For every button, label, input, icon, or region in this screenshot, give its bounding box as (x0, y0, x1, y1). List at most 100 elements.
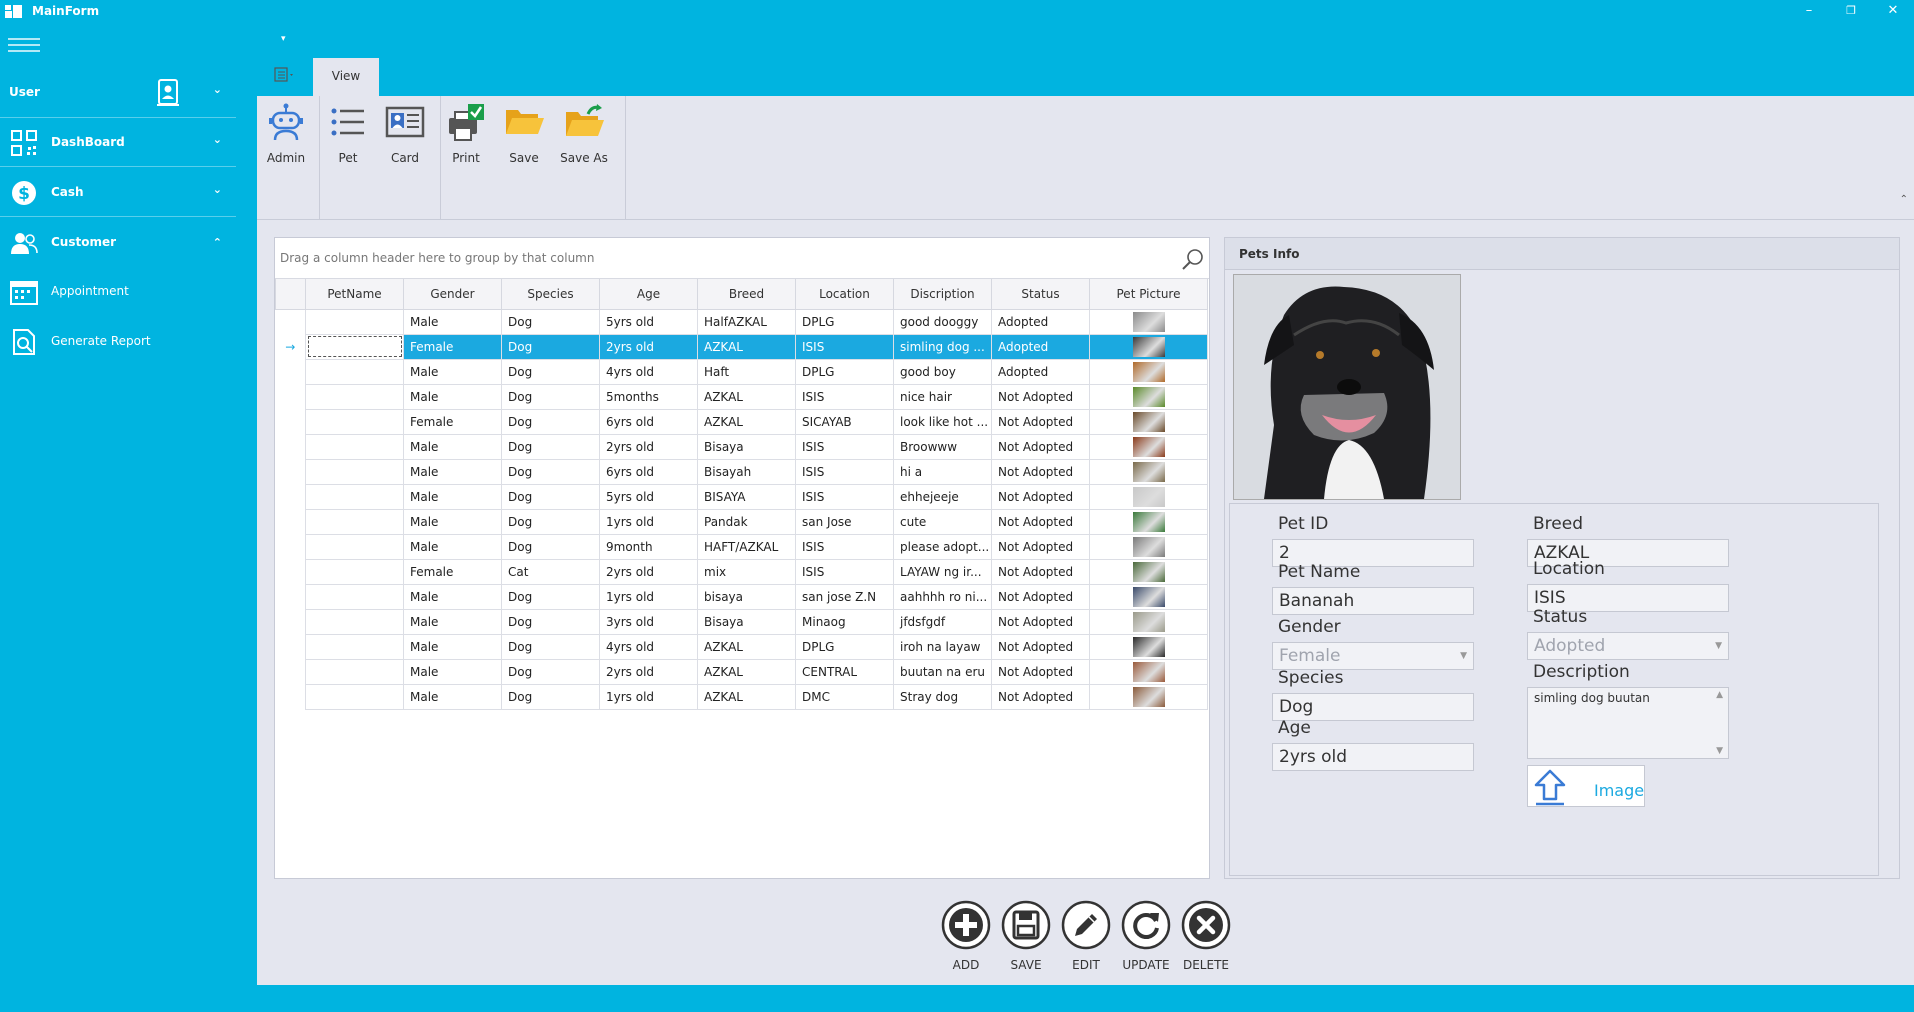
delete-button[interactable]: DELETE (1178, 899, 1234, 972)
table-cell[interactable]: 1yrs old (599, 583, 698, 610)
table-row[interactable]: → Female Dog 2yrs old AZKAL ISIS simling dog .… (275, 333, 1208, 360)
column-header[interactable]: Species (501, 279, 600, 310)
sidebar-item-customer[interactable]: Customer ⌃ (0, 218, 236, 266)
pet-picture-cell[interactable] (1089, 608, 1208, 635)
table-cell[interactable]: DMC (795, 683, 894, 710)
column-header[interactable]: Location (795, 279, 894, 310)
age-field[interactable]: 2yrs old (1272, 743, 1474, 771)
table-cell[interactable]: ISIS (795, 333, 894, 360)
table-cell[interactable]: look like hot ... (893, 408, 992, 435)
admin-button[interactable]: Admin (263, 102, 309, 184)
column-header[interactable]: Discription (893, 279, 992, 310)
table-cell[interactable]: Male (403, 633, 502, 660)
table-row[interactable]: Male Dog 5yrs old BISAYA ISIS ehhejeeje Not Ad… (275, 483, 1208, 510)
table-cell[interactable] (305, 308, 404, 335)
ribbon-collapse-icon[interactable]: ⌃ (1900, 194, 1908, 205)
table-cell[interactable]: Adopted (991, 358, 1090, 385)
table-cell[interactable]: HAFT/AZKAL (697, 533, 796, 560)
column-header[interactable]: Gender (403, 279, 502, 310)
table-cell[interactable]: Adopted (991, 308, 1090, 335)
table-cell[interactable]: Dog (501, 458, 600, 485)
column-header[interactable]: Age (599, 279, 698, 310)
table-cell[interactable]: HalfAZKAL (697, 308, 796, 335)
table-cell[interactable]: iroh na layaw (893, 633, 992, 660)
table-cell[interactable]: Haft (697, 358, 796, 385)
table-cell[interactable]: 5yrs old (599, 483, 698, 510)
group-panel[interactable]: Drag a column header here to group by th… (275, 238, 1209, 279)
table-cell[interactable]: 4yrs old (599, 633, 698, 660)
table-cell[interactable]: Not Adopted (991, 508, 1090, 535)
column-header[interactable]: Pet Picture (1089, 279, 1208, 310)
print-button[interactable]: Print (443, 102, 489, 184)
table-cell[interactable] (305, 633, 404, 660)
table-cell[interactable] (305, 458, 404, 485)
table-cell[interactable]: buutan na eru (893, 658, 992, 685)
table-cell[interactable]: ISIS (795, 533, 894, 560)
upload-image-button[interactable]: Image (1527, 765, 1645, 807)
table-cell[interactable]: 1yrs old (599, 683, 698, 710)
table-row[interactable]: Male Dog 1yrs old Pandak san Jose cute Not Ado… (275, 508, 1208, 535)
table-cell[interactable]: san Jose (795, 508, 894, 535)
table-cell[interactable]: AZKAL (697, 683, 796, 710)
table-cell[interactable]: 1yrs old (599, 508, 698, 535)
table-cell[interactable]: Male (403, 458, 502, 485)
pet-picture-cell[interactable] (1089, 558, 1208, 585)
species-field[interactable]: Dog (1272, 693, 1474, 721)
pets-grid[interactable]: Drag a column header here to group by th… (274, 237, 1210, 879)
table-cell[interactable]: Dog (501, 483, 600, 510)
table-cell[interactable]: Not Adopted (991, 458, 1090, 485)
table-cell[interactable]: 2yrs old (599, 658, 698, 685)
table-cell[interactable]: Dog (501, 358, 600, 385)
table-cell[interactable]: Male (403, 583, 502, 610)
table-cell[interactable]: ISIS (795, 483, 894, 510)
table-cell[interactable]: 9month (599, 533, 698, 560)
pet-picture-cell[interactable] (1089, 408, 1208, 435)
table-row[interactable]: Male Dog 1yrs old bisaya san jose Z.N aahhhh … (275, 583, 1208, 610)
table-cell[interactable]: Dog (501, 308, 600, 335)
pet-picture-cell[interactable] (1089, 508, 1208, 535)
table-cell[interactable] (305, 483, 404, 510)
pet-picture-cell[interactable] (1089, 658, 1208, 685)
table-cell[interactable]: Female (403, 333, 502, 360)
table-cell[interactable]: Pandak (697, 508, 796, 535)
table-row[interactable]: Male Dog 9month HAFT/AZKAL ISIS please adopt.… (275, 533, 1208, 560)
table-cell[interactable]: Dog (501, 408, 600, 435)
table-cell[interactable]: Male (403, 608, 502, 635)
table-row[interactable]: Male Dog 4yrs old Haft DPLG good boy Adopted (275, 358, 1208, 385)
table-cell[interactable]: Not Adopted (991, 558, 1090, 585)
sidebar-item-appointment[interactable]: Appointment (0, 268, 236, 316)
table-cell[interactable]: DPLG (795, 633, 894, 660)
table-cell[interactable]: ISIS (795, 433, 894, 460)
table-cell[interactable]: Male (403, 358, 502, 385)
table-row[interactable]: Female Dog 6yrs old AZKAL SICAYAB look like h… (275, 408, 1208, 435)
table-cell[interactable] (305, 558, 404, 585)
search-icon[interactable] (1181, 247, 1205, 271)
tab-view[interactable]: View (313, 58, 379, 96)
pet-picture-cell[interactable] (1089, 633, 1208, 660)
table-cell[interactable]: Dog (501, 533, 600, 560)
pet-picture-cell[interactable] (1089, 483, 1208, 510)
table-cell[interactable]: SICAYAB (795, 408, 894, 435)
pet-picture-cell[interactable] (1089, 683, 1208, 710)
column-header[interactable]: Status (991, 279, 1090, 310)
table-cell[interactable]: good boy (893, 358, 992, 385)
table-cell[interactable]: 5yrs old (599, 308, 698, 335)
save-as-button[interactable]: Save As (553, 102, 615, 184)
hamburger-menu-icon[interactable] (8, 38, 40, 56)
table-cell[interactable]: AZKAL (697, 633, 796, 660)
description-textarea[interactable]: simling dog buutan ▲ ▼ (1527, 687, 1729, 759)
table-cell[interactable]: 3yrs old (599, 608, 698, 635)
table-cell[interactable]: hi a (893, 458, 992, 485)
table-cell[interactable] (305, 683, 404, 710)
table-row[interactable]: Male Dog 6yrs old Bisayah ISIS hi a Not Adopte… (275, 458, 1208, 485)
table-cell[interactable]: ISIS (795, 558, 894, 585)
table-cell[interactable]: AZKAL (697, 658, 796, 685)
table-cell[interactable]: Male (403, 383, 502, 410)
table-cell[interactable]: please adopt... (893, 533, 992, 560)
scroll-up-icon[interactable]: ▲ (1716, 690, 1723, 700)
table-cell[interactable]: AZKAL (697, 333, 796, 360)
table-cell[interactable]: Male (403, 683, 502, 710)
column-header[interactable]: PetName (305, 279, 404, 310)
quick-access-dropdown-icon[interactable]: ▾ (281, 34, 286, 44)
table-cell[interactable] (305, 358, 404, 385)
